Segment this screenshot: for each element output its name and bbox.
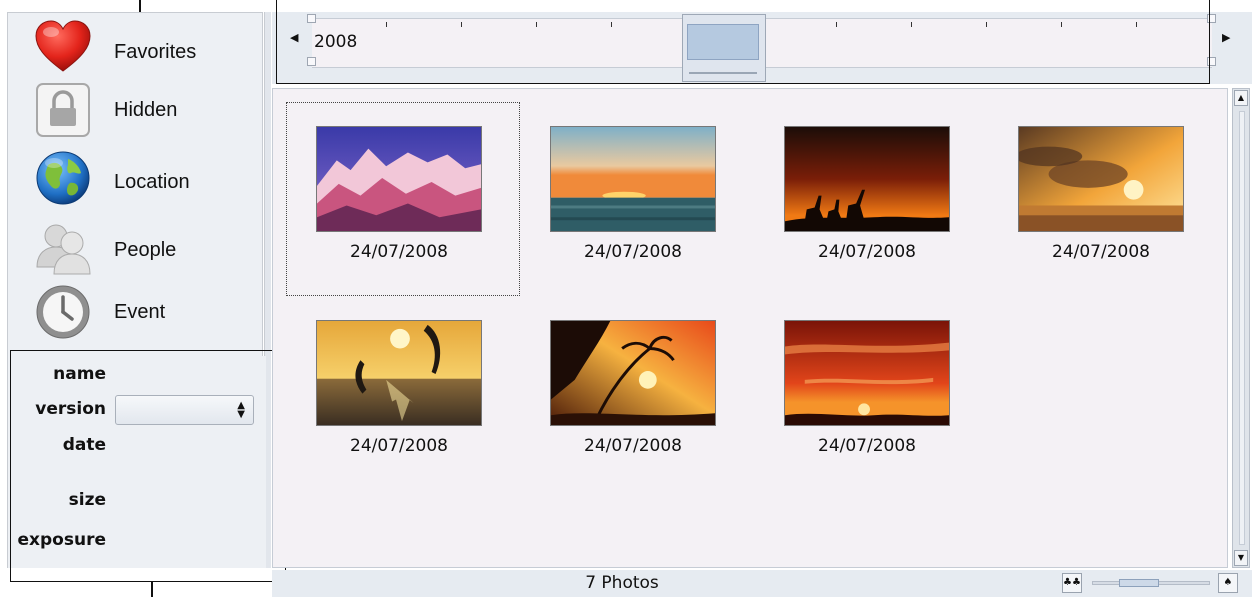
photo-date: 24/07/2008 bbox=[584, 436, 682, 456]
sidebar-item-people[interactable]: People bbox=[8, 217, 262, 277]
status-bar: 7 Photos ♣♣ ♠ bbox=[272, 570, 1252, 597]
timeline-range-end-handle-bottom[interactable] bbox=[1207, 57, 1216, 66]
photo-image-cloudy-sunset bbox=[1018, 126, 1184, 232]
zoom-out-trees-icon[interactable]: ♣♣ bbox=[1062, 573, 1082, 593]
timeline-left-arrow-icon[interactable]: ◀ bbox=[290, 31, 298, 44]
photo-grid: 24/07/2008 24/07/2008 24/07/2008 24/07/2… bbox=[272, 88, 1228, 568]
heart-icon bbox=[35, 20, 91, 72]
scrollbar-thumb[interactable] bbox=[1239, 111, 1245, 545]
timeline-tick bbox=[1136, 22, 1137, 27]
sidebar-item-label: Location bbox=[114, 171, 190, 193]
sidebar-item-label: Favorites bbox=[114, 41, 197, 63]
zoom-slider-handle[interactable] bbox=[1119, 579, 1160, 587]
properties-callout-line bbox=[151, 582, 153, 597]
photo-browser-window: Favorites Hidden Location People Event n… bbox=[0, 0, 1252, 597]
photo-count: 7 Photos bbox=[585, 573, 659, 593]
photo-date: 24/07/2008 bbox=[350, 436, 448, 456]
photo-date: 24/07/2008 bbox=[350, 242, 448, 262]
timeline-tick bbox=[911, 22, 912, 27]
version-label: version bbox=[35, 399, 106, 419]
timeline-tick bbox=[536, 22, 537, 27]
sidebar-item-hidden[interactable]: Hidden bbox=[8, 79, 262, 139]
timeline-year-label: 2008 bbox=[314, 32, 358, 52]
timeline-tick bbox=[461, 22, 462, 27]
photo-thumbnail[interactable]: 24/07/2008 bbox=[520, 102, 754, 296]
sidebar-item-label: People bbox=[114, 239, 177, 261]
photo-thumbnail[interactable]: 24/07/2008 bbox=[754, 102, 988, 296]
sidebar-callout-line bbox=[139, 0, 141, 12]
timeline-slider-knob[interactable] bbox=[687, 24, 759, 60]
photo-image-palm-trees-sunset bbox=[550, 320, 716, 426]
sidebar-item-favorites[interactable]: Favorites bbox=[8, 17, 262, 77]
timeline-range-start-handle[interactable] bbox=[307, 14, 316, 23]
date-label: date bbox=[62, 435, 106, 455]
sidebar: Favorites Hidden Location People Event bbox=[7, 12, 263, 358]
timeline-tick bbox=[386, 22, 387, 27]
sidebar-item-label: Hidden bbox=[114, 99, 178, 121]
photo-thumbnail[interactable]: 24/07/2008 bbox=[520, 296, 754, 490]
photo-date: 24/07/2008 bbox=[818, 242, 916, 262]
photo-image-dolphins-sunset bbox=[316, 320, 482, 426]
name-label: name bbox=[53, 364, 106, 384]
photo-grid-scrollbar[interactable]: ▲ ▼ bbox=[1232, 88, 1250, 568]
sidebar-item-label: Event bbox=[114, 301, 166, 323]
timeline-tick bbox=[986, 22, 987, 27]
timeline-tick bbox=[836, 22, 837, 27]
sidebar-item-location[interactable]: Location bbox=[8, 149, 262, 209]
photo-image-ocean-sunset bbox=[550, 126, 716, 232]
timeline-range-start-handle-bottom[interactable] bbox=[307, 57, 316, 66]
version-select[interactable]: ▲ ▼ bbox=[115, 395, 254, 425]
photo-thumbnail[interactable]: 24/07/2008 bbox=[988, 102, 1222, 296]
select-arrows-icon: ▲ ▼ bbox=[237, 400, 245, 420]
lock-icon bbox=[36, 83, 90, 137]
exposure-label: exposure bbox=[17, 530, 106, 550]
timeline-slider[interactable] bbox=[682, 14, 766, 82]
sidebar-item-event[interactable]: Event bbox=[8, 283, 262, 343]
timeline: ◀ 2008 ▶ bbox=[272, 12, 1252, 84]
photo-date: 24/07/2008 bbox=[818, 436, 916, 456]
timeline-range-end-handle[interactable] bbox=[1207, 14, 1216, 23]
clock-icon bbox=[36, 285, 90, 339]
people-icon bbox=[36, 224, 91, 275]
globe-icon bbox=[36, 151, 90, 205]
photo-date: 24/07/2008 bbox=[584, 242, 682, 262]
timeline-right-arrow-icon[interactable]: ▶ bbox=[1222, 31, 1230, 44]
photo-date: 24/07/2008 bbox=[1052, 242, 1150, 262]
size-label: size bbox=[68, 490, 106, 510]
timeline-slider-groove bbox=[689, 72, 757, 74]
photo-thumbnail[interactable]: 24/07/2008 bbox=[754, 296, 988, 490]
photo-image-giraffes-sunset bbox=[784, 126, 950, 232]
zoom-in-tree-icon[interactable]: ♠ bbox=[1218, 573, 1238, 593]
scroll-down-arrow-icon[interactable]: ▼ bbox=[1234, 550, 1248, 566]
photo-image-red-sky-sunset bbox=[784, 320, 950, 426]
scroll-up-arrow-icon[interactable]: ▲ bbox=[1234, 90, 1248, 106]
photo-thumbnail[interactable]: 24/07/2008 bbox=[286, 102, 520, 296]
timeline-tick bbox=[611, 22, 612, 27]
photo-image-snowy-mountains bbox=[316, 126, 482, 232]
timeline-tick bbox=[1061, 22, 1062, 27]
photo-thumbnail[interactable]: 24/07/2008 bbox=[286, 296, 520, 490]
